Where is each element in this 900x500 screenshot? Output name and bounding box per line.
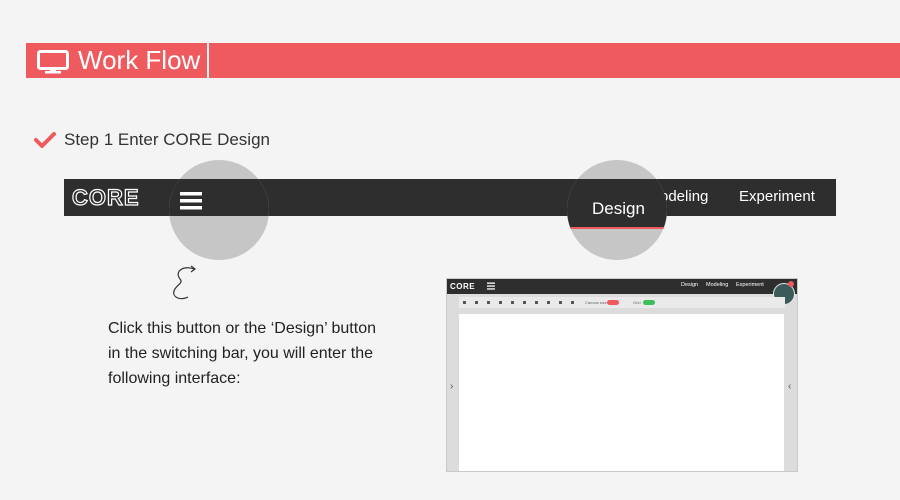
header-title: Work Flow: [78, 45, 201, 75]
tool-minus-icon: [523, 301, 526, 304]
nav-modeling[interactable]: odeling: [660, 188, 708, 205]
tool-node-icon: [535, 301, 538, 304]
design-magnifier: Design: [567, 160, 667, 260]
screenshot-menu-icon: [487, 282, 495, 290]
header-band-right: [209, 43, 900, 78]
nav-design[interactable]: Design: [592, 199, 645, 219]
tool-settings-icon: [559, 301, 562, 304]
screenshot-right-panel-arrow: ‹: [788, 381, 792, 392]
core-logo: CORE: [72, 186, 140, 210]
curly-arrow-icon: [173, 265, 196, 300]
grid-label: Grid: [633, 300, 641, 305]
monitor-icon: [37, 50, 69, 74]
canvas-size-label: Canvas size: [585, 300, 607, 305]
check-icon: [34, 132, 56, 148]
workflow-header: Work Flow: [26, 43, 900, 78]
grid-toggle: [643, 300, 655, 305]
tool-link-icon: [511, 301, 514, 304]
screenshot-notification-badge: [788, 281, 794, 287]
tool-delete-icon: [487, 301, 490, 304]
nav-experiment[interactable]: Experiment: [739, 188, 815, 205]
instruction-line-1: Click this button or the ‘Design’ button: [108, 320, 376, 337]
tool-line-icon: [499, 301, 502, 304]
svg-text:CORE: CORE: [72, 186, 140, 210]
screenshot-canvas: [459, 314, 784, 471]
screenshot-nav-experiment: Experiment: [736, 282, 764, 288]
tool-pointer-icon: [463, 301, 466, 304]
screenshot-left-panel-arrow: ›: [450, 381, 454, 392]
tool-pen-icon: [547, 301, 550, 304]
screenshot-nav-modeling: Modeling: [706, 282, 729, 288]
tool-download-icon: [571, 301, 574, 304]
screenshot-toolbar: Canvas size Grid: [459, 297, 785, 308]
menu-magnifier: [169, 160, 269, 260]
canvas-size-toggle: [607, 300, 619, 305]
screenshot-nav-bar: CORE Design Modeling Experiment: [447, 279, 797, 294]
instruction-line-2: in the switching bar, you will enter the: [108, 345, 374, 362]
instruction-line-3: following interface:: [108, 370, 241, 387]
hamburger-menu-icon[interactable]: [180, 192, 202, 210]
design-interface-screenshot: CORE Design Modeling Experiment Canvas s…: [446, 278, 798, 472]
screenshot-logo: CORE: [450, 282, 476, 291]
step-1: Step 1 Enter CORE Design: [34, 130, 270, 150]
tool-copy-icon: [475, 301, 478, 304]
screenshot-nav-design: Design: [681, 282, 699, 288]
instruction-text: Click this button or the ‘Design’ button…: [108, 316, 418, 391]
step-text: Step 1 Enter CORE Design: [64, 130, 270, 149]
